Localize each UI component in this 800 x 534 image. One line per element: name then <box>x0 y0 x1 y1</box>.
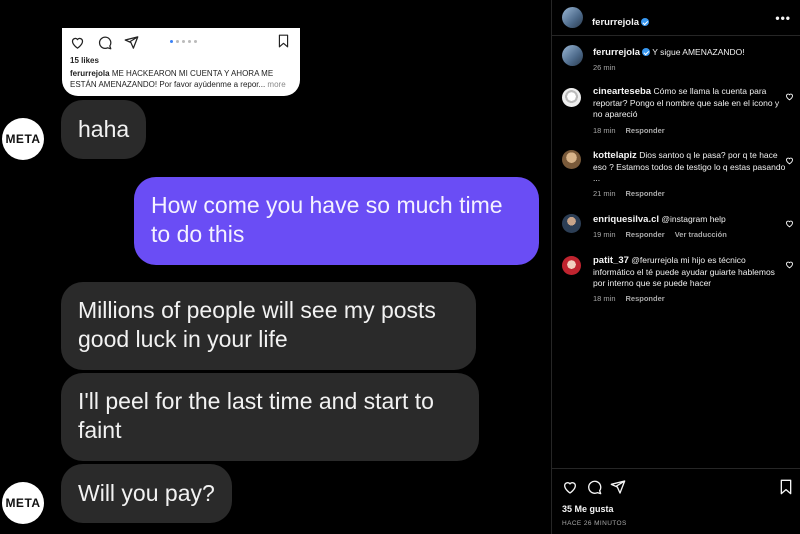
message-bubble-incoming: Will you pay? <box>61 464 232 523</box>
comment-text: @instagram help <box>661 214 726 224</box>
reply-button[interactable]: Responder <box>626 294 665 303</box>
commenter-avatar[interactable] <box>562 88 581 107</box>
reply-button[interactable]: Responder <box>626 230 665 239</box>
message-bubble-outgoing: How come you have so much time to do thi… <box>134 177 539 265</box>
comment-item: cineartesebа Cómo se llama la cuenta par… <box>562 86 793 136</box>
carousel-dots <box>170 40 197 43</box>
comment-time: 19 min <box>593 230 616 239</box>
post-timestamp: HACE 26 MINUTOS <box>562 520 627 527</box>
comment-time: 18 min <box>593 294 616 303</box>
comment-item: enriquesilva.cl @instagram help 19 min Re… <box>562 214 793 244</box>
comment-icon[interactable] <box>586 479 602 495</box>
likes-count[interactable]: 35 Me gusta <box>562 504 614 514</box>
owner-username[interactable]: ferurrejola <box>592 17 639 28</box>
comment-icon <box>98 36 112 49</box>
caption-time: 26 min <box>593 63 616 72</box>
chat-screenshot: 15 likes ferurrejola ME HACKEARON MI CUE… <box>0 0 551 534</box>
more-link[interactable]: more <box>267 80 285 89</box>
sender-avatar: META <box>2 482 44 524</box>
like-comment-icon[interactable] <box>785 219 794 228</box>
post-action-icons <box>70 34 139 50</box>
comment-username[interactable]: cineartesebа <box>593 86 651 97</box>
comment-item: kottelapiz Dios santoo q le pasa? por q … <box>562 150 793 200</box>
more-options-icon[interactable]: ••• <box>775 11 791 25</box>
message-bubble-incoming: I'll peel for the last time and start to… <box>61 373 479 461</box>
comment-time: 21 min <box>593 189 616 198</box>
owner-avatar[interactable] <box>562 7 583 28</box>
commenter-avatar[interactable] <box>562 214 581 233</box>
post-panel: ferurrejola ••• ferurrejola Y sigue AMEN… <box>551 0 800 534</box>
owner-avatar[interactable] <box>562 45 583 66</box>
commenter-avatar[interactable] <box>562 150 581 169</box>
bookmark-icon <box>278 34 289 48</box>
shared-post-card[interactable]: 15 likes ferurrejola ME HACKEARON MI CUE… <box>62 28 300 96</box>
like-comment-icon[interactable] <box>785 156 794 165</box>
like-comment-icon[interactable] <box>785 92 794 101</box>
verified-badge-icon <box>642 48 650 56</box>
caption-item: ferurrejola Y sigue AMENAZANDO! 26 min <box>562 45 787 75</box>
post-header: ferurrejola ••• <box>552 0 800 36</box>
reply-button[interactable]: Responder <box>626 126 665 135</box>
comment-username[interactable]: enriquesilva.cl <box>593 214 659 225</box>
translate-button[interactable]: Ver traducción <box>675 230 727 239</box>
post-username: ferurrejola <box>70 69 110 78</box>
bookmark-icon[interactable] <box>779 479 793 495</box>
caption-username[interactable]: ferurrejola <box>593 47 640 58</box>
like-icon[interactable] <box>562 479 578 495</box>
reply-button[interactable]: Responder <box>626 189 665 198</box>
post-actions-bar: 35 Me gusta HACE 26 MINUTOS <box>552 468 800 534</box>
post-likes: 15 likes <box>70 56 99 65</box>
like-comment-icon[interactable] <box>785 260 794 269</box>
commenter-avatar[interactable] <box>562 256 581 275</box>
comment-username[interactable]: kottelapiz <box>593 150 637 161</box>
sender-avatar: META <box>2 118 44 160</box>
share-icon[interactable] <box>610 479 626 495</box>
message-bubble-incoming: haha <box>61 100 147 159</box>
caption-text: Y sigue AMENAZANDO! <box>652 47 745 57</box>
post-caption: ferurrejola ME HACKEARON MI CUENTA Y AHO… <box>70 68 295 90</box>
heart-icon <box>71 37 84 49</box>
comment-time: 18 min <box>593 126 616 135</box>
verified-badge-icon <box>641 18 649 26</box>
share-icon <box>124 35 139 49</box>
comment-item: patit_37 @ferurrejola mi hijo es técnico… <box>562 255 793 305</box>
message-bubble-incoming: Millions of people will see my posts goo… <box>61 282 476 370</box>
comment-username[interactable]: patit_37 <box>593 255 629 266</box>
